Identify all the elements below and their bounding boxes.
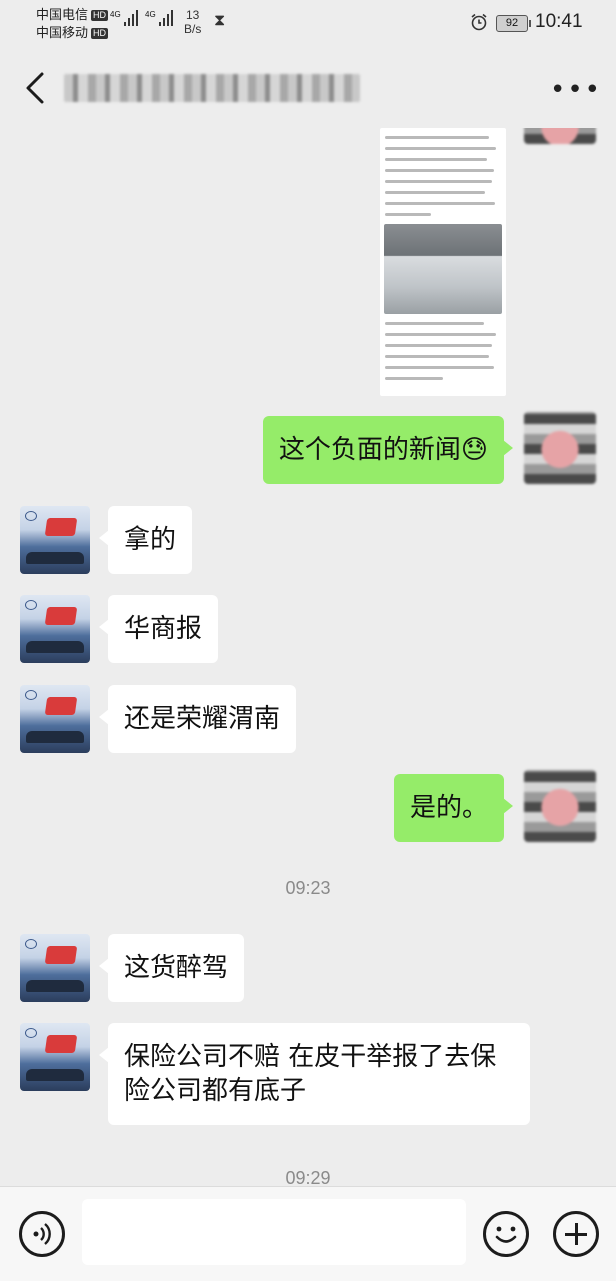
battery-level: 92	[505, 17, 519, 29]
smile-icon	[495, 1226, 517, 1243]
message-bubble-received[interactable]: 还是荣耀渭南	[98, 685, 297, 753]
signal-icon-1: 4G	[110, 10, 138, 26]
timestamp: 09:29	[285, 1168, 331, 1186]
battery-icon: 92	[496, 15, 531, 32]
my-avatar[interactable]	[524, 128, 596, 144]
message-bubble-sent[interactable]: 是的。	[393, 774, 514, 842]
plus-icon[interactable]	[553, 1211, 599, 1257]
my-avatar[interactable]	[524, 770, 596, 842]
timestamp: 09:23	[285, 878, 331, 898]
input-bar	[0, 1186, 616, 1281]
contact-avatar[interactable]	[20, 934, 90, 1002]
voice-button[interactable]	[19, 1211, 65, 1257]
chat-title-blurred	[64, 74, 360, 102]
message-bubble-received[interactable]: 保险公司不赔 在皮干举报了去保险公司都有底子	[99, 1023, 530, 1125]
chat-header: •••	[0, 48, 616, 128]
message-bubble-received[interactable]: 拿的	[98, 506, 193, 574]
signal-icon-2: 4G	[145, 10, 173, 26]
hd-badge-1: HD	[91, 10, 109, 21]
contact-avatar[interactable]	[20, 506, 90, 574]
chevron-left-icon[interactable]	[22, 70, 50, 106]
speed-value: 13	[185, 8, 200, 22]
contact-avatar[interactable]	[20, 595, 90, 663]
network-type-1: 4G	[110, 10, 121, 19]
message-input[interactable]	[82, 1199, 466, 1265]
contact-avatar[interactable]	[20, 1023, 90, 1091]
chat-area[interactable]: 这个负面的新闻😓 拿的 华商报 还是荣耀渭南 是的。 09:23 这货醉驾 保险…	[0, 128, 616, 1186]
carrier-2: 中国移动	[36, 25, 89, 40]
carrier-1: 中国电信	[36, 7, 89, 22]
my-avatar[interactable]	[524, 412, 596, 484]
alarm-icon	[471, 13, 487, 31]
status-bar: 中国电信 HD 中国移动 HD 4G 4G 13 B/s ⧗ 92 10:41	[0, 0, 616, 48]
message-bubble-sent[interactable]: 这个负面的新闻😓	[262, 416, 514, 484]
car-photo	[384, 224, 502, 314]
network-speed: 13 B/s	[184, 8, 201, 36]
hourglass-icon: ⧗	[214, 12, 226, 29]
carrier-info: 中国电信 HD 中国移动 HD	[36, 6, 109, 42]
hd-badge-2: HD	[91, 28, 109, 39]
speed-unit: B/s	[184, 22, 202, 36]
network-type-2: 4G	[145, 10, 156, 19]
emoji-button[interactable]	[483, 1211, 529, 1257]
voice-icon	[33, 1223, 51, 1245]
news-image-message[interactable]	[380, 128, 506, 396]
more-options-button[interactable]: •••	[550, 77, 602, 103]
status-time: 10:41	[535, 11, 583, 32]
message-bubble-received[interactable]: 华商报	[98, 595, 219, 663]
contact-avatar[interactable]	[20, 685, 90, 753]
message-bubble-received[interactable]: 这货醉驾	[98, 934, 245, 1002]
